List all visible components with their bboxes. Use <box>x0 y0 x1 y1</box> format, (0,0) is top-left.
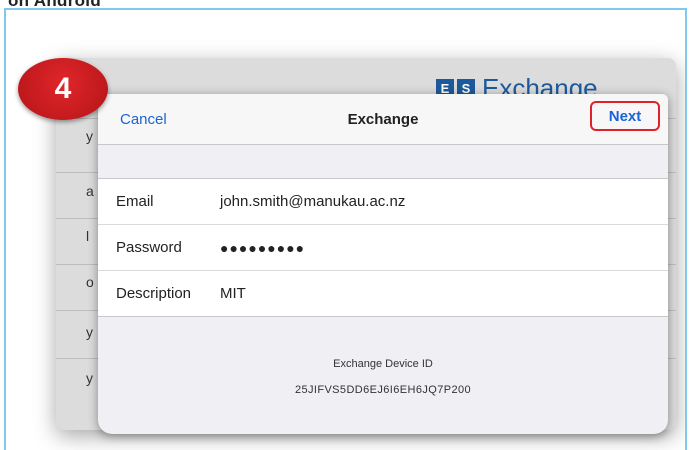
bg-text: y <box>86 128 93 144</box>
screenshot-frame: y a l o y y E S Exchange Cancel Exchange… <box>4 8 687 450</box>
bg-text: l <box>86 228 90 244</box>
description-row: Description MIT <box>98 271 668 316</box>
dialog-title: Exchange <box>347 111 419 128</box>
next-button[interactable]: Next <box>590 101 660 131</box>
device-id-label: Exchange Device ID <box>333 358 433 370</box>
password-field[interactable]: ●●●●●●●●● <box>220 240 305 256</box>
account-form: Email john.smith@manukau.ac.nz Password … <box>98 178 668 317</box>
password-row: Password ●●●●●●●●● <box>98 225 668 271</box>
step-number-badge: 4 <box>18 58 108 120</box>
device-id-value: 25JIFVS5DD6EJ6I6EH6JQ7P200 <box>294 384 472 396</box>
description-field[interactable]: MIT <box>220 285 246 302</box>
bg-text: y <box>86 370 93 386</box>
dialog-nav-bar: Cancel Exchange Next <box>98 94 668 145</box>
description-label: Description <box>116 285 192 302</box>
bg-text: a <box>86 183 94 199</box>
bg-text: y <box>86 324 93 340</box>
email-label: Email <box>116 193 154 210</box>
email-row: Email john.smith@manukau.ac.nz <box>98 179 668 225</box>
password-label: Password <box>116 239 182 256</box>
email-field[interactable]: john.smith@manukau.ac.nz <box>220 193 405 210</box>
exchange-account-dialog: Cancel Exchange Next Email john.smith@ma… <box>98 94 668 434</box>
bg-text: o <box>86 274 94 290</box>
